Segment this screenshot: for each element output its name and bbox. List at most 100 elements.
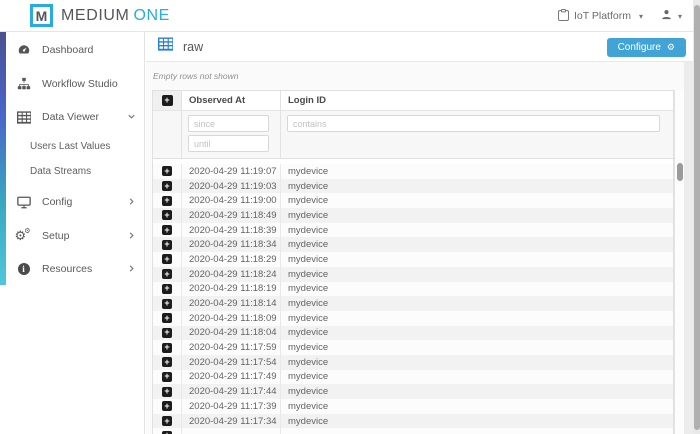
sidebar-item-resources[interactable]: i Resources — [0, 259, 145, 279]
chevron-down-icon: ▾ — [678, 12, 682, 21]
stream-header: raw Configure ⚙ — [146, 32, 700, 62]
sidebar-item-data-streams[interactable]: Data Streams — [0, 161, 145, 181]
login-id-cell: mydevice — [281, 296, 673, 311]
table-row: + 2020-04-29 11:17:54 mydevice — [153, 355, 673, 370]
expand-cell: + — [153, 237, 182, 252]
table-row: + 2020-04-29 11:17:39 mydevice — [153, 399, 673, 414]
plus-square-icon[interactable]: + — [162, 328, 172, 338]
sidebar-accent-strip — [0, 32, 6, 285]
sidebar-item-data-viewer[interactable]: Data Viewer — [0, 107, 145, 127]
plus-square-icon[interactable]: + — [162, 401, 172, 411]
plus-square-icon[interactable]: + — [162, 343, 172, 353]
platform-label: IoT Platform — [574, 10, 631, 22]
sidebar-item-users-last-values[interactable]: Users Last Values — [0, 136, 145, 156]
login-id-cell: mydevice — [281, 193, 673, 208]
sidebar-item-label: Config — [42, 196, 72, 208]
plus-square-icon[interactable]: + — [162, 210, 172, 220]
table-icon — [16, 110, 31, 125]
expand-cell: + — [153, 267, 182, 282]
observed-at-cell: 2020-04-29 11:18:34 — [182, 237, 281, 252]
plus-square-icon[interactable]: + — [162, 313, 172, 323]
expand-cell: + — [153, 193, 182, 208]
plus-square-icon[interactable]: + — [162, 387, 172, 397]
expand-cell: + — [153, 428, 182, 434]
expand-cell: + — [153, 399, 182, 414]
column-header-login-id: Login ID — [281, 91, 673, 110]
window-scrollbar[interactable] — [693, 0, 700, 434]
table-row: + 2020-04-29 11:18:19 mydevice — [153, 282, 673, 297]
expand-cell: + — [153, 296, 182, 311]
observed-at-cell: 2020-04-29 11:18:14 — [182, 296, 281, 311]
table-row: + 2020-04-29 11:17:44 mydevice — [153, 384, 673, 399]
sidebar-item-setup[interactable]: ⚙⚙ Setup — [0, 226, 145, 246]
sidebar-item-dashboard[interactable]: Dashboard — [0, 40, 145, 60]
sidebar-item-workflow-studio[interactable]: Data Viewer Workflow Studio — [0, 74, 145, 94]
table-row: + 2020-04-29 11:18:34 mydevice — [153, 237, 673, 252]
empty-rows-note: Empty rows not shown — [153, 71, 239, 81]
since-filter-input[interactable] — [188, 115, 269, 132]
table-row: + 2020-04-29 11:18:29 mydevice — [153, 252, 673, 267]
gear-icon: ⚙ — [667, 43, 675, 53]
chevron-right-icon — [127, 193, 136, 211]
brand-text: MEDIUMONE — [61, 7, 170, 25]
observed-at-cell: 2020-04-29 11:18:04 — [182, 326, 281, 341]
table-filter-row — [153, 110, 673, 159]
table-scrollbar[interactable] — [674, 90, 684, 434]
gauge-icon — [16, 43, 31, 58]
table-row: + 2020-04-29 11:19:03 mydevice — [153, 179, 673, 194]
top-bar: M MEDIUMONE IoT Platform ▾ ▾ — [0, 0, 700, 32]
plus-square-icon[interactable]: + — [162, 254, 172, 264]
expand-cell: + — [153, 282, 182, 297]
chevron-down-icon: ▾ — [639, 12, 643, 21]
sidebar: Dashboard Data Viewer Workflow Studio Da… — [0, 32, 145, 434]
table-scrollbar-thumb[interactable] — [677, 163, 683, 181]
login-id-cell — [281, 428, 673, 434]
table-body: + 2020-04-29 11:19:07 mydevice + 2020-04… — [153, 164, 673, 434]
table-row: + — [153, 428, 673, 434]
plus-square-icon[interactable]: + — [162, 372, 172, 382]
plus-square-icon[interactable]: + — [162, 299, 172, 309]
table-grid-icon — [158, 37, 173, 56]
table-row: + 2020-04-29 11:18:14 mydevice — [153, 296, 673, 311]
plus-square-icon[interactable]: + — [162, 284, 172, 294]
login-id-cell: mydevice — [281, 179, 673, 194]
plus-square-icon[interactable]: + — [162, 269, 172, 279]
plus-square-icon[interactable]: + — [162, 181, 172, 191]
login-id-cell: mydevice — [281, 340, 673, 355]
plus-square-icon[interactable]: + — [162, 196, 172, 206]
login-id-cell: mydevice — [281, 282, 673, 297]
sidebar-item-config[interactable]: Config — [0, 192, 145, 212]
table-row: + 2020-04-29 11:17:49 mydevice — [153, 370, 673, 385]
configure-button[interactable]: Configure ⚙ — [607, 38, 686, 57]
contains-filter-input[interactable] — [287, 115, 660, 132]
plus-square-icon[interactable]: + — [162, 225, 172, 235]
chevron-right-icon — [127, 260, 136, 278]
observed-at-cell: 2020-04-29 11:18:29 — [182, 252, 281, 267]
login-id-cell: mydevice — [281, 208, 673, 223]
observed-at-cell — [182, 428, 281, 434]
observed-at-cell: 2020-04-29 11:19:03 — [182, 179, 281, 194]
observed-at-cell: 2020-04-29 11:18:09 — [182, 311, 281, 326]
platform-menu[interactable]: IoT Platform ▾ — [558, 9, 643, 24]
expand-cell: + — [153, 414, 182, 429]
expand-cell: + — [153, 223, 182, 238]
observed-at-cell: 2020-04-29 11:17:39 — [182, 399, 281, 414]
expand-cell: + — [153, 326, 182, 341]
observed-at-cell: 2020-04-29 11:18:19 — [182, 282, 281, 297]
plus-square-icon[interactable]: + — [162, 357, 172, 367]
until-filter-input[interactable] — [188, 135, 269, 152]
plus-square-icon[interactable]: + — [162, 95, 173, 106]
login-id-cell: mydevice — [281, 399, 673, 414]
column-header-observed-at: Observed At — [182, 91, 281, 110]
login-id-cell: mydevice — [281, 237, 673, 252]
monitor-icon — [16, 195, 31, 210]
plus-square-icon[interactable]: + — [162, 416, 172, 426]
user-menu[interactable]: ▾ — [661, 7, 682, 25]
plus-square-icon[interactable]: + — [162, 240, 172, 250]
sidebar-item-label: Dashboard — [42, 44, 93, 56]
plus-square-icon[interactable]: + — [162, 166, 172, 176]
expand-cell: + — [153, 370, 182, 385]
window-scrollbar-thumb[interactable] — [694, 5, 700, 430]
login-id-cell: mydevice — [281, 355, 673, 370]
login-id-cell: mydevice — [281, 326, 673, 341]
